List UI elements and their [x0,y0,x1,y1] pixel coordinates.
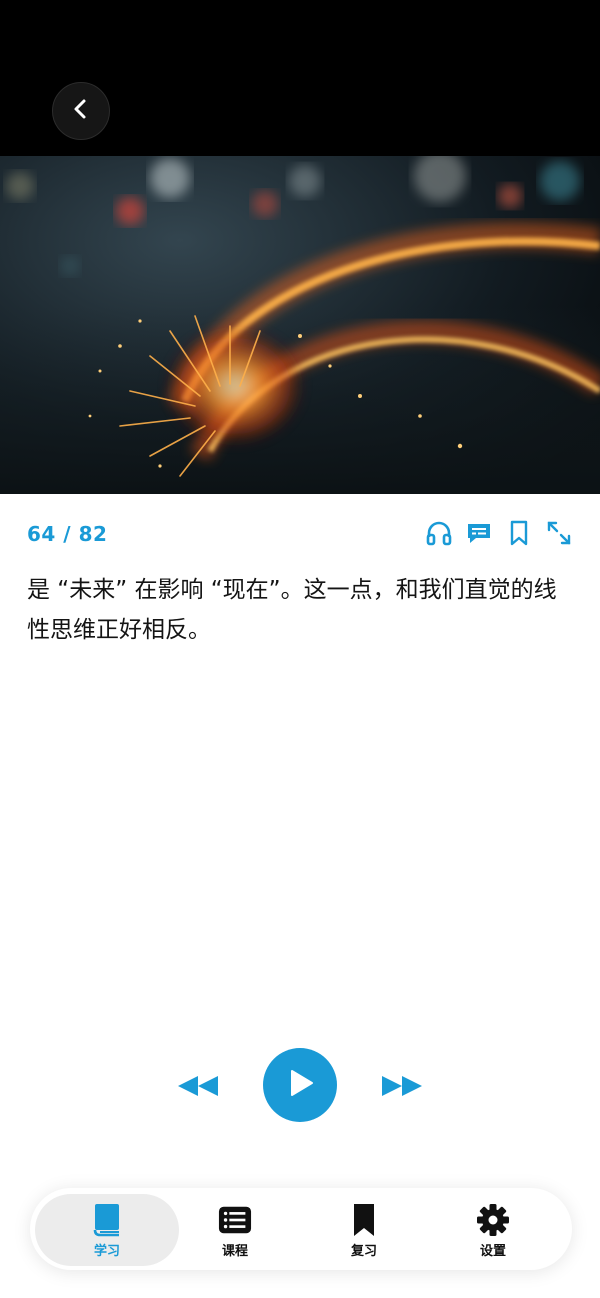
tab-courses-label: 课程 [221,1244,248,1259]
fast-forward-icon [380,1076,424,1104]
fast-forward-button[interactable] [380,1072,424,1100]
chat-icon [465,519,493,551]
progress-counter: 64 / 82 [27,522,108,546]
headphones-button[interactable] [424,520,454,550]
tab-study[interactable]: 学习 [35,1194,179,1266]
bookmark-icon [507,519,531,551]
expand-button[interactable] [544,520,574,550]
passage-text: 是 “未来” 在影响 “现在”。这一点，和我们直觉的线性思维正好相反。 [27,577,557,643]
gear-icon [476,1203,510,1237]
hero-image [0,156,600,494]
bookmark-icon [347,1203,381,1237]
list-icon [218,1203,252,1237]
tab-settings[interactable]: 设置 [429,1194,557,1266]
top-bar [0,0,600,156]
back-button[interactable] [52,82,110,140]
reader-toolbar [424,520,574,550]
expand-icon [545,519,573,551]
play-button[interactable] [263,1048,337,1122]
audio-player [0,1048,600,1124]
rewind-icon [176,1076,220,1104]
rewind-button[interactable] [176,1072,220,1100]
tab-review-label: 复习 [350,1244,377,1259]
tab-review[interactable]: 复习 [300,1194,428,1266]
bookmark-button[interactable] [504,520,534,550]
tab-courses[interactable]: 课程 [171,1194,299,1266]
headphones-icon [425,519,453,551]
bottom-tab-bar: 学习 课程 复习 设置 [30,1188,572,1270]
tab-study-label: 学习 [93,1244,120,1259]
chat-button[interactable] [464,520,494,550]
book-icon [90,1203,124,1237]
chevron-left-icon [70,98,92,124]
play-icon [283,1066,317,1104]
tab-settings-label: 设置 [479,1244,506,1259]
